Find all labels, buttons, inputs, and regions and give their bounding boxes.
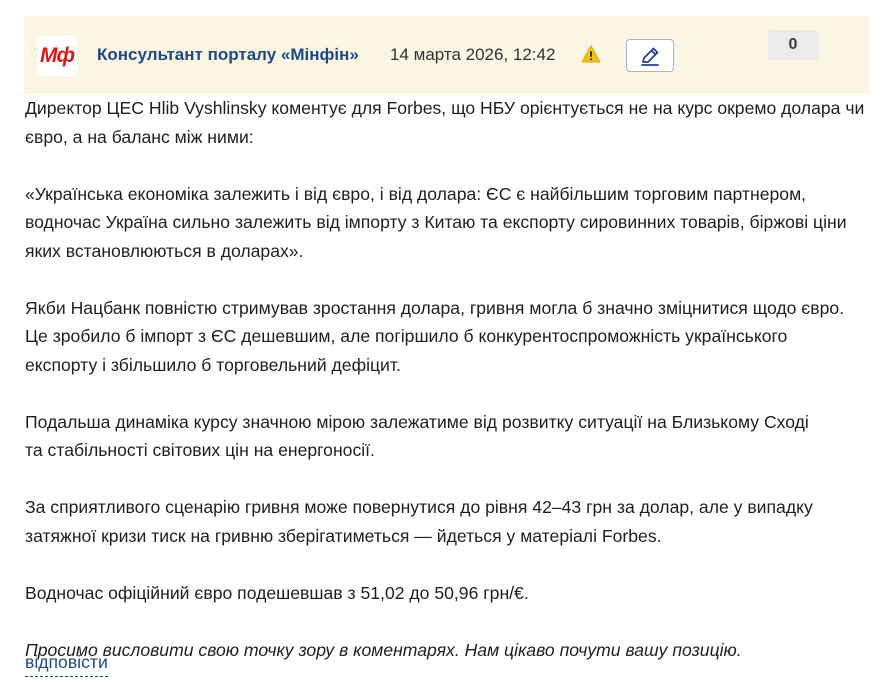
warning-icon[interactable] (581, 44, 601, 64)
edit-button[interactable] (626, 39, 674, 72)
paragraph: Водночас офіційний євро подешевшав з 51,… (25, 582, 529, 603)
paragraph: «Українська економіка залежить і від євр… (25, 183, 847, 261)
paragraph: Директор ЦЕС Hlib Vyshlinsky коментує дл… (25, 98, 865, 147)
reply-link[interactable]: відповісти (25, 648, 108, 677)
minfin-logo: Мф (37, 36, 77, 76)
question-paragraph: Просимо висловити свою точку зору в коме… (25, 639, 742, 660)
author-link[interactable]: Консультант порталу «Мінфін» (97, 45, 359, 65)
paragraph: Подальша динаміка курсу значною мірою за… (25, 411, 809, 461)
post-body: Директор ЦЕС Hlib Vyshlinsky коментує дл… (25, 94, 875, 664)
paragraph: За сприятливого сценарію гривня може пов… (25, 497, 813, 546)
paragraph: Якби Нацбанк повністю стримував зростанн… (25, 297, 845, 375)
post-header: Мф Консультант порталу «Мінфін» 14 марта… (24, 16, 870, 94)
rating-counter[interactable]: 0 (768, 30, 818, 60)
comment-post: Мф Консультант порталу «Мінфін» 14 марта… (0, 0, 883, 684)
post-date: 14 марта 2026, 12:42 (390, 45, 556, 64)
pencil-icon (641, 47, 659, 66)
